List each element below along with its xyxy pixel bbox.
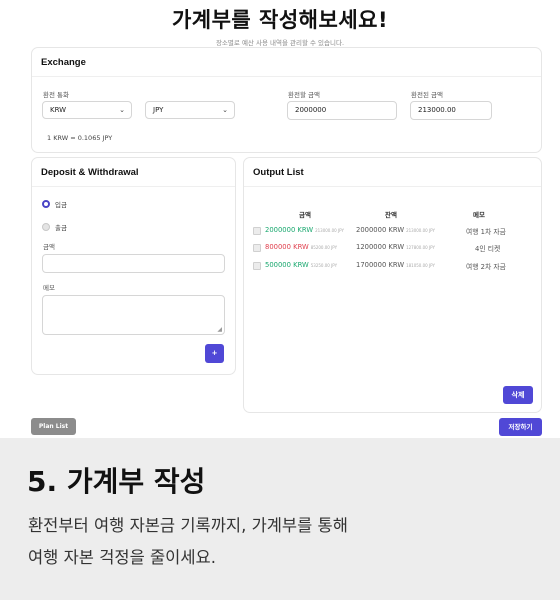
row-memo: 여행 1차 자금 [466,228,506,236]
row-memo: 4인 티켓 [475,245,501,253]
chevron-down-icon: ⌄ [119,106,125,114]
from-currency-value: KRW [50,106,67,114]
row-checkbox[interactable] [253,244,261,252]
amount-label: 환전할 금액 [288,91,320,99]
deposit-amount-label: 금액 [43,243,55,251]
exchange-rate: 1 KRW = 0.1065 JPY [47,134,113,142]
output-card: Output List 금액 잔액 메모 2000000 KRW 213000.0… [243,157,542,413]
row-amount: 800000 KRW 85200.00 JPY [265,243,338,251]
caption-title: 5. 가계부 작성 [27,465,206,498]
withdraw-radio[interactable]: 출금 [42,222,67,232]
to-currency-select[interactable]: JPY ⌄ [145,101,235,119]
table-row: 500000 KRW 53250.00 JPY 1700000 KRW 181050… [253,261,541,273]
row-amount: 2000000 KRW 213000.00 JPY [265,226,344,234]
row-checkbox[interactable] [253,227,261,235]
caption-panel: 5. 가계부 작성 환전부터 여행 자본금 기록까지, 가계부를 통해 여행 자… [0,438,560,600]
delete-button[interactable]: 삭제 [503,386,533,404]
resize-grip-icon: ◢ [217,326,222,333]
column-header-amount: 금액 [299,211,311,219]
table-row: 800000 KRW 85200.00 JPY 1200000 KRW 127800… [253,243,541,255]
column-header-balance: 잔액 [385,211,397,219]
deposit-radio-label: 입금 [55,201,67,209]
deposit-memo-label: 메모 [43,284,55,292]
result-label: 환전된 금액 [411,91,443,99]
row-amount: 500000 KRW 53250.00 JPY [265,261,338,269]
caption-description: 환전부터 여행 자본금 기록까지, 가계부를 통해 여행 자본 걱정을 줄이세요… [28,510,348,574]
exchange-amount-input[interactable]: 2000000 [287,101,397,120]
chevron-down-icon: ⌄ [222,106,228,114]
table-row: 2000000 KRW 213000.00 JPY 2000000 KRW 2130… [253,226,541,238]
to-currency-value: JPY [153,106,164,114]
page-subtitle: 장소별로 예산 사용 내역을 관리할 수 있습니다. [215,39,345,47]
deposit-amount-input[interactable] [42,254,225,273]
add-entry-button[interactable]: + [205,344,224,363]
row-checkbox[interactable] [253,262,261,270]
plan-list-button[interactable]: Plan List [31,418,76,435]
deposit-memo-textarea[interactable]: ◢ [42,295,225,335]
row-memo: 여행 2차 자금 [466,263,506,271]
withdraw-radio-label: 출금 [55,224,67,232]
currency-label: 환전 통화 [43,91,69,99]
row-balance: 1700000 KRW 181050.00 JPY [356,261,435,269]
deposit-radio[interactable]: 입금 [42,199,67,209]
column-header-memo: 메모 [473,211,485,219]
save-button[interactable]: 저장하기 [499,418,542,436]
page-title: 가계부를 작성해보세요! [171,8,389,32]
row-balance: 1200000 KRW 127800.00 JPY [356,243,435,251]
exchange-title: Exchange [32,48,541,77]
exchange-card: Exchange 환전 통화 KRW ⌄ JPY ⌄ 환전할 금액 200000… [31,47,542,153]
from-currency-select[interactable]: KRW ⌄ [42,101,132,119]
caption-line-1: 환전부터 여행 자본금 기록까지, 가계부를 통해 [28,516,348,535]
radio-unselected-icon [42,223,50,231]
radio-selected-icon [42,200,50,208]
output-title: Output List [244,158,541,187]
deposit-card: Deposit & Withdrawal 입금 출금 금액 메모 ◢ + [31,157,236,375]
exchange-result-field: 213000.00 [410,101,492,120]
row-balance: 2000000 KRW 213000.00 JPY [356,226,435,234]
caption-line-2: 여행 자본 걱정을 줄이세요. [28,548,216,567]
deposit-title: Deposit & Withdrawal [32,158,235,187]
